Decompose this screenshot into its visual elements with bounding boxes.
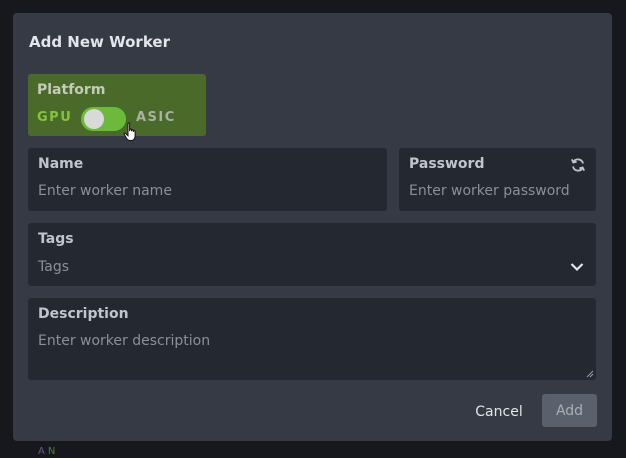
tags-select[interactable]: Tags — [38, 259, 69, 275]
platform-option-gpu[interactable]: GPU — [37, 110, 72, 125]
description-textarea[interactable]: Enter worker description — [38, 333, 210, 349]
backdrop-glyph: A — [38, 446, 45, 457]
tags-label: Tags — [38, 231, 74, 247]
platform-selector: Platform GPU ASIC — [28, 74, 206, 141]
add-worker-modal: Add New Worker Platform GPU ASIC Name En… — [13, 13, 612, 441]
tags-field[interactable]: Tags Tags — [28, 223, 596, 286]
add-button[interactable]: Add — [542, 394, 597, 427]
name-field[interactable]: Name Enter worker name — [28, 148, 387, 211]
cancel-button[interactable]: Cancel — [465, 396, 533, 428]
password-label: Password — [409, 156, 485, 172]
refresh-icon[interactable] — [570, 157, 586, 173]
password-field[interactable]: Password Enter worker password — [399, 148, 596, 211]
chevron-down-icon[interactable] — [570, 262, 584, 272]
modal-title: Add New Worker — [29, 33, 170, 51]
backdrop-letter: N — [47, 446, 56, 457]
toggle-knob — [84, 109, 104, 129]
hand-pointer-icon — [123, 122, 136, 141]
platform-toggle[interactable] — [81, 107, 126, 131]
platform-option-asic[interactable]: ASIC — [136, 110, 176, 125]
description-field[interactable]: Description Enter worker description — [28, 298, 596, 380]
name-label: Name — [38, 156, 84, 172]
platform-label: Platform — [37, 82, 106, 98]
name-input[interactable]: Enter worker name — [38, 183, 172, 199]
description-label: Description — [38, 306, 129, 322]
password-input[interactable]: Enter worker password — [409, 183, 570, 199]
resize-handle-icon[interactable] — [586, 370, 594, 378]
backdrop-corner-text: AN — [38, 446, 55, 457]
